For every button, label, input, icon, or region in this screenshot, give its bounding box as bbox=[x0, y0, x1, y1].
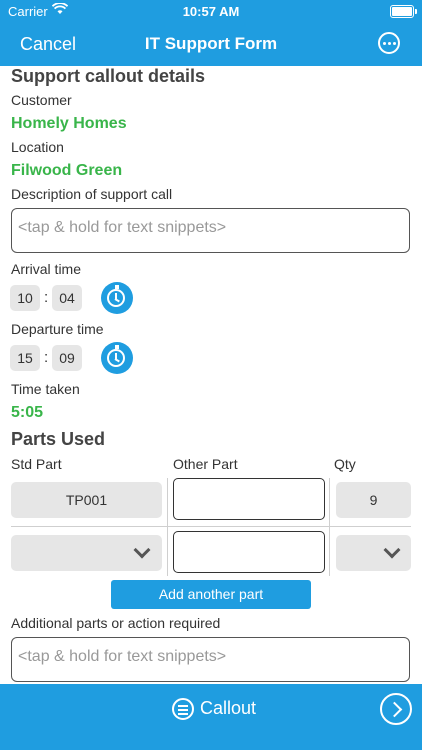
std-part-dropdown[interactable] bbox=[11, 535, 162, 571]
chevron-down-icon bbox=[133, 541, 151, 559]
arrival-hour-field[interactable]: 10 bbox=[10, 285, 40, 311]
description-label: Description of support call bbox=[11, 186, 173, 202]
time-separator: : bbox=[44, 289, 49, 306]
nav-bar: Cancel IT Support Form bbox=[0, 22, 422, 66]
column-header-other-part: Other Part bbox=[173, 456, 238, 472]
callout-button[interactable]: Callout bbox=[200, 698, 256, 719]
section-title-parts: Parts Used bbox=[11, 429, 106, 449]
additional-parts-label: Additional parts or action required bbox=[11, 615, 221, 631]
section-title-callout: Support callout details bbox=[11, 66, 206, 86]
column-header-std-part: Std Part bbox=[11, 456, 62, 472]
bottom-toolbar: Callout bbox=[0, 684, 422, 750]
arrival-minute-field[interactable]: 04 bbox=[52, 285, 82, 311]
other-part-input[interactable] bbox=[173, 531, 325, 573]
battery-icon bbox=[390, 5, 417, 18]
status-bar: Carrier 10:57 AM bbox=[0, 0, 422, 22]
row-divider bbox=[11, 526, 411, 527]
departure-time-label: Departure time bbox=[11, 321, 104, 337]
time-separator: : bbox=[44, 349, 49, 366]
customer-value: Homely Homes bbox=[11, 115, 127, 132]
customer-label: Customer bbox=[11, 92, 72, 108]
more-options-icon[interactable] bbox=[378, 32, 400, 54]
std-part-field[interactable]: TP001 bbox=[11, 482, 162, 518]
location-label: Location bbox=[11, 139, 64, 155]
chevron-down-icon bbox=[383, 541, 401, 559]
departure-clock-icon[interactable] bbox=[101, 342, 133, 374]
description-input[interactable]: <tap & hold for text snippets> bbox=[11, 208, 410, 253]
column-header-qty: Qty bbox=[334, 456, 356, 472]
additional-parts-input[interactable]: <tap & hold for text snippets> bbox=[11, 637, 410, 682]
time-taken-label: Time taken bbox=[11, 381, 80, 397]
next-arrow-icon[interactable] bbox=[380, 693, 412, 725]
departure-minute-field[interactable]: 09 bbox=[52, 345, 82, 371]
column-divider bbox=[329, 478, 330, 576]
page-title: IT Support Form bbox=[144, 34, 278, 53]
arrival-time-label: Arrival time bbox=[11, 261, 82, 277]
menu-icon[interactable] bbox=[172, 698, 194, 720]
status-time: 10:57 AM bbox=[182, 4, 240, 19]
other-part-input[interactable] bbox=[173, 478, 325, 520]
location-value: Filwood Green bbox=[11, 162, 123, 179]
departure-hour-field[interactable]: 15 bbox=[10, 345, 40, 371]
qty-dropdown[interactable] bbox=[336, 535, 411, 571]
column-divider bbox=[167, 478, 168, 576]
time-taken-value: 5:05 bbox=[11, 404, 44, 421]
arrival-clock-icon[interactable] bbox=[101, 282, 133, 314]
add-another-part-button[interactable]: Add another part bbox=[111, 580, 311, 609]
qty-field[interactable]: 9 bbox=[336, 482, 411, 518]
